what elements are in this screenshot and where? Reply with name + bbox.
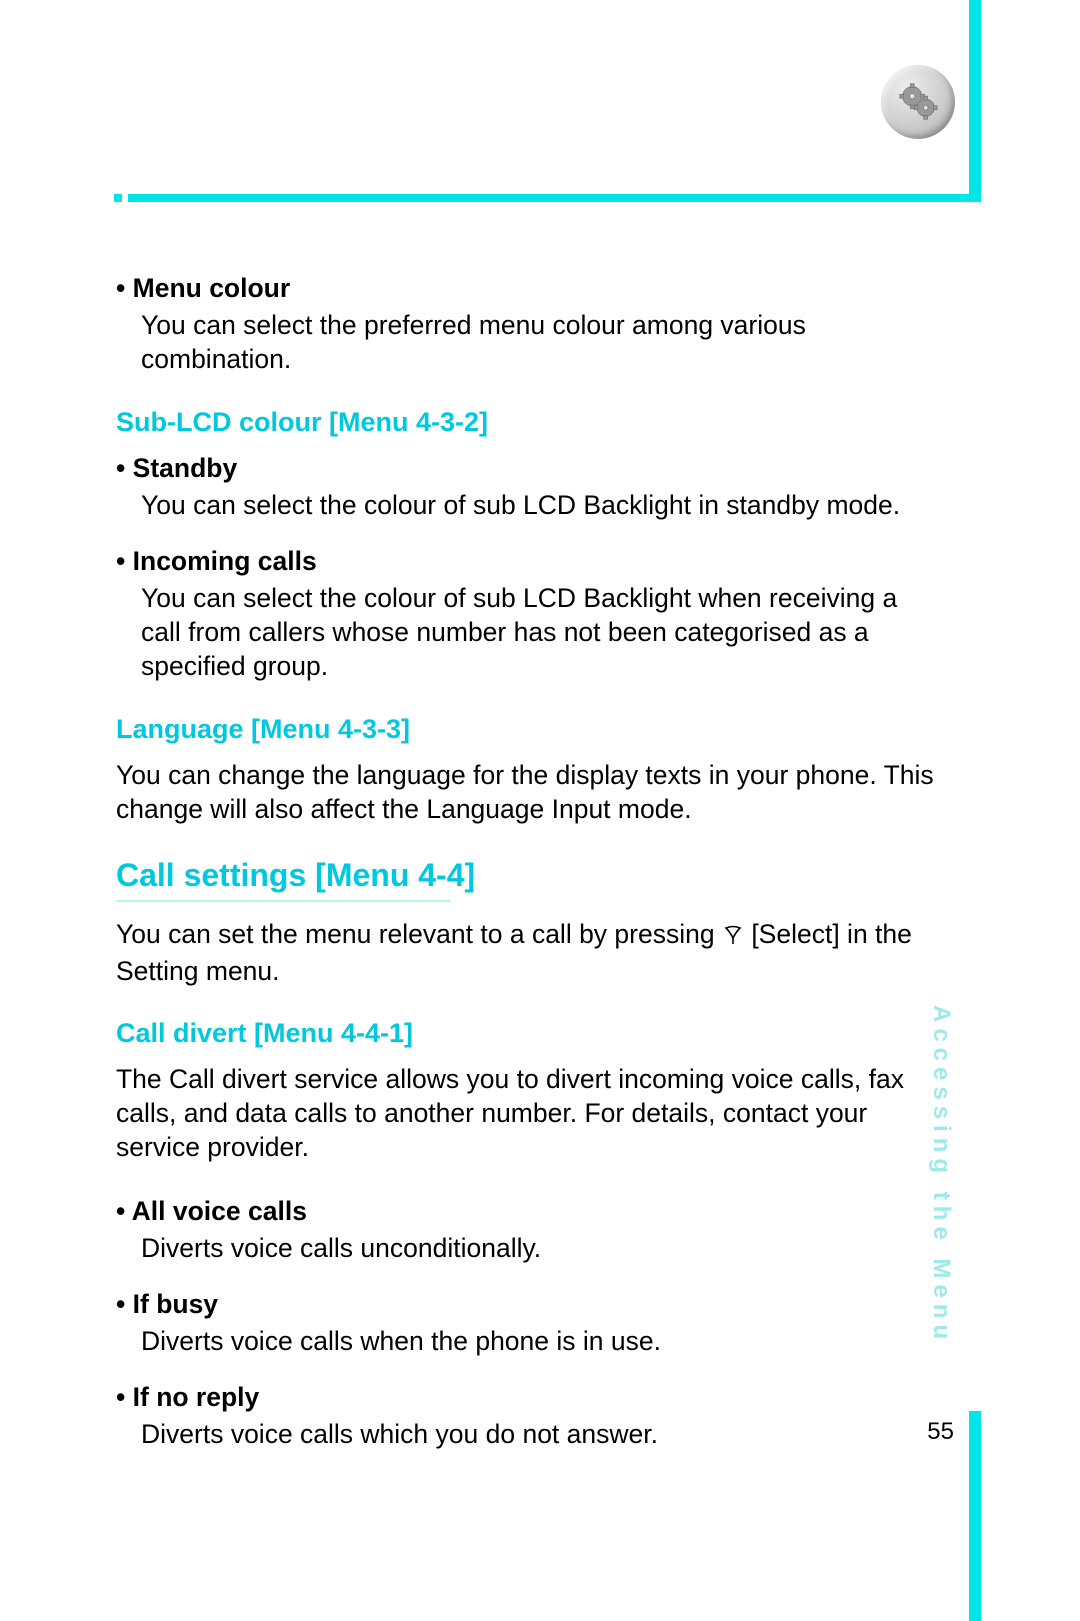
all-voice-calls-body: Diverts voice calls unconditionally. xyxy=(141,1232,936,1266)
horizontal-rule xyxy=(128,194,971,202)
language-heading: Language [Menu 4-3-3] xyxy=(116,714,936,745)
standby-body: You can select the colour of sub LCD Bac… xyxy=(141,489,936,523)
incoming-calls-body: You can select the colour of sub LCD Bac… xyxy=(141,582,936,684)
page-content: • Menu colour You can select the preferr… xyxy=(116,272,936,1482)
language-body: You can change the language for the disp… xyxy=(116,759,936,827)
side-section-label: Accessing the Menu xyxy=(927,1005,955,1345)
top-vertical-accent xyxy=(969,0,981,202)
section-icon xyxy=(881,65,955,139)
incoming-calls-title: • Incoming calls xyxy=(116,545,936,578)
call-divert-heading: Call divert [Menu 4-4-1] xyxy=(116,1018,936,1049)
sub-lcd-heading: Sub-LCD colour [Menu 4-3-2] xyxy=(116,407,936,438)
bottom-vertical-accent xyxy=(969,1411,981,1621)
if-busy-title: • If busy xyxy=(116,1288,936,1321)
select-key-icon xyxy=(722,921,744,955)
if-no-reply-title: • If no reply xyxy=(116,1381,936,1414)
if-no-reply-body: Diverts voice calls which you do not ans… xyxy=(141,1418,936,1452)
manual-page: • Menu colour You can select the preferr… xyxy=(0,0,1080,1621)
standby-title: • Standby xyxy=(116,452,936,485)
if-busy-body: Diverts voice calls when the phone is in… xyxy=(141,1325,936,1359)
call-settings-underline xyxy=(116,900,451,902)
menu-colour-title: • Menu colour xyxy=(116,272,936,305)
call-settings-body-pre: You can set the menu relevant to a call … xyxy=(116,919,722,949)
rule-dot xyxy=(114,194,122,202)
call-divert-body: The Call divert service allows you to di… xyxy=(116,1063,936,1165)
gears-icon xyxy=(895,79,941,125)
page-number: 55 xyxy=(927,1418,954,1446)
menu-colour-body: You can select the preferred menu colour… xyxy=(141,309,936,377)
call-settings-body: You can set the menu relevant to a call … xyxy=(116,918,936,989)
call-settings-heading: Call settings [Menu 4-4] xyxy=(116,857,936,894)
all-voice-calls-title: • All voice calls xyxy=(116,1195,936,1228)
